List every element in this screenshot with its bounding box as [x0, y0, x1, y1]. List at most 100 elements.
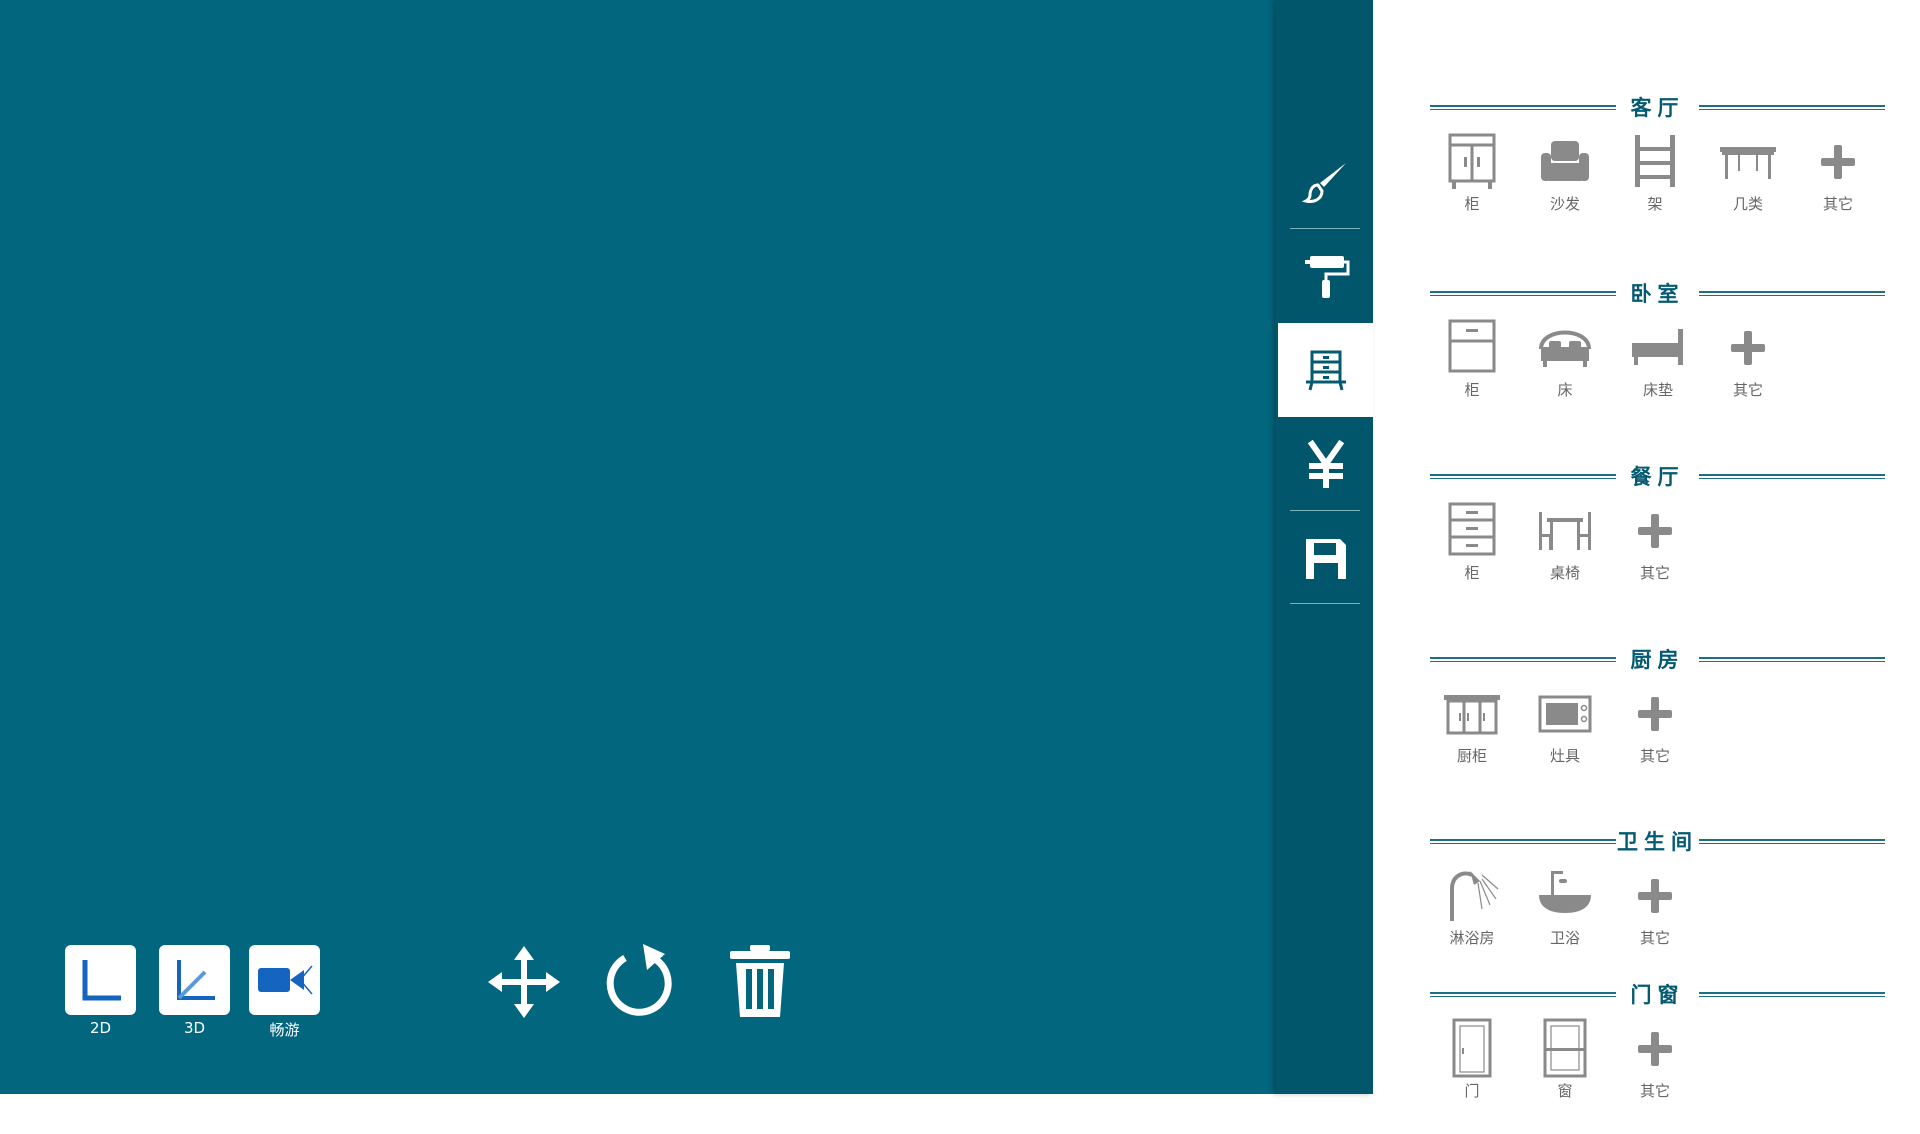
rotate-icon — [606, 944, 672, 1016]
3d-view-icon — [176, 960, 215, 1000]
catalog-item[interactable]: 淋浴房 — [1432, 865, 1512, 948]
trash-icon — [730, 945, 790, 1017]
view-2d-button[interactable] — [65, 945, 136, 1015]
door-icon — [1452, 1018, 1492, 1078]
mattress-icon — [1632, 329, 1683, 365]
catalog-item[interactable]: 厨柜 — [1432, 683, 1512, 766]
catalog-item-label: 其它 — [1639, 1082, 1670, 1100]
catalog-section-doors-windows: 门窗 门 窗 其它 — [1430, 980, 1885, 1108]
move-icon — [488, 946, 560, 1018]
save-icon — [1305, 539, 1346, 579]
price-tool-button[interactable] — [1278, 417, 1373, 511]
view-2d-label: 2D — [89, 1019, 112, 1037]
view-3d-button[interactable] — [159, 945, 230, 1015]
dining-set-icon — [1539, 512, 1591, 550]
catalog-item[interactable]: 门 — [1432, 1018, 1512, 1101]
drawer-cabinet-icon — [1448, 502, 1496, 556]
furniture-catalog: 客厅 柜 沙发 架 几类 其它 卧室 柜 床 床垫 其它 餐厅 柜 桌椅 其它 … — [1373, 0, 1920, 1134]
basin-icon — [1539, 871, 1591, 913]
catalog-item-label: 几类 — [1732, 195, 1763, 213]
plus-icon — [1638, 879, 1672, 913]
catalog-item-label: 灶具 — [1549, 747, 1580, 765]
catalog-item[interactable]: 柜 — [1432, 317, 1512, 400]
catalog-section-living-room: 客厅 柜 沙发 架 几类 其它 — [1430, 93, 1885, 221]
section-title: 卧室 — [1630, 282, 1685, 306]
catalog-item-label: 柜 — [1464, 564, 1480, 582]
catalog-item[interactable]: 灶具 — [1525, 683, 1605, 766]
catalog-item-label: 其它 — [1732, 381, 1763, 399]
catalog-section-bathroom: 卫生间 淋浴房 卫浴 其它 — [1430, 827, 1885, 955]
brush-tool-button[interactable] — [1278, 136, 1373, 230]
section-rule — [1699, 657, 1885, 662]
catalog-item-label: 其它 — [1639, 564, 1670, 582]
catalog-item-label: 床垫 — [1642, 381, 1673, 399]
catalog-item-label: 淋浴房 — [1449, 929, 1495, 947]
sofa-icon — [1541, 141, 1589, 181]
section-rule — [1699, 839, 1885, 844]
catalog-item[interactable]: 其它 — [1615, 500, 1695, 583]
catalog-item-label: 架 — [1647, 195, 1663, 213]
2d-view-icon — [82, 960, 121, 1001]
plus-icon — [1638, 1032, 1672, 1066]
side-toolbar — [1276, 0, 1373, 1094]
catalog-item[interactable]: 桌椅 — [1525, 500, 1605, 583]
catalog-item[interactable]: 窗 — [1525, 1018, 1605, 1101]
catalog-item[interactable]: 沙发 — [1525, 131, 1605, 214]
catalog-item[interactable]: 架 — [1615, 131, 1695, 214]
shower-icon — [1450, 871, 1499, 921]
catalog-item-label: 柜 — [1464, 195, 1480, 213]
kitchen-cabinet-icon — [1444, 695, 1500, 735]
roller-tool-button[interactable] — [1278, 229, 1373, 323]
design-canvas[interactable]: 2D 3D 畅游 — [0, 0, 1276, 1094]
wardrobe-icon — [1448, 319, 1496, 373]
section-title: 客厅 — [1630, 96, 1685, 120]
paint-roller-icon — [1304, 256, 1349, 298]
bed-icon — [1539, 330, 1591, 367]
catalog-item[interactable]: 其它 — [1615, 1018, 1695, 1101]
catalog-item[interactable]: 床垫 — [1618, 317, 1698, 400]
section-title: 餐厅 — [1630, 465, 1685, 489]
catalog-item[interactable]: 卫浴 — [1525, 865, 1605, 948]
move-button[interactable] — [486, 944, 562, 1020]
plus-icon — [1638, 514, 1672, 548]
section-rule — [1699, 474, 1885, 479]
paint-brush-icon — [1301, 163, 1346, 203]
catalog-item-label: 其它 — [1822, 195, 1853, 213]
catalog-item-label: 门 — [1464, 1082, 1480, 1100]
view-tour-label: 畅游 — [269, 1021, 300, 1039]
furniture-tool-button[interactable] — [1278, 323, 1373, 417]
section-title: 厨房 — [1630, 648, 1685, 672]
catalog-item[interactable]: 其它 — [1615, 683, 1695, 766]
section-title: 门窗 — [1630, 983, 1685, 1007]
cabinet-icon — [1448, 133, 1496, 189]
rotate-button[interactable] — [603, 944, 679, 1020]
catalog-item-label: 其它 — [1639, 747, 1670, 765]
plus-icon — [1638, 697, 1672, 731]
save-tool-button[interactable] — [1278, 512, 1373, 606]
catalog-item-label: 沙发 — [1549, 195, 1580, 213]
catalog-item-label: 窗 — [1557, 1082, 1573, 1100]
section-rule — [1699, 105, 1885, 110]
catalog-item[interactable]: 柜 — [1432, 500, 1512, 583]
delete-button[interactable] — [722, 944, 798, 1020]
catalog-section-bedroom: 卧室 柜 床 床垫 其它 — [1430, 279, 1885, 407]
shelf-icon — [1635, 135, 1675, 187]
catalog-item[interactable]: 其它 — [1615, 865, 1695, 948]
catalog-item[interactable]: 床 — [1525, 317, 1605, 400]
catalog-item[interactable]: 几类 — [1708, 131, 1788, 214]
catalog-item[interactable]: 其它 — [1708, 317, 1788, 400]
toolbar-divider — [1290, 603, 1360, 604]
section-rule — [1699, 291, 1885, 296]
catalog-item-label: 卫浴 — [1549, 929, 1580, 947]
section-title: 卫生间 — [1617, 830, 1698, 854]
yen-icon — [1307, 440, 1344, 488]
catalog-item[interactable]: 其它 — [1798, 131, 1878, 214]
catalog-item-label: 厨柜 — [1456, 747, 1487, 765]
catalog-item-label: 其它 — [1639, 929, 1670, 947]
window-icon — [1543, 1018, 1587, 1078]
view-3d-label: 3D — [183, 1019, 206, 1037]
catalog-item[interactable]: 柜 — [1432, 131, 1512, 214]
catalog-item-label: 桌椅 — [1549, 564, 1580, 582]
view-tour-button[interactable] — [249, 945, 320, 1015]
toolbar-divider — [1290, 510, 1360, 511]
